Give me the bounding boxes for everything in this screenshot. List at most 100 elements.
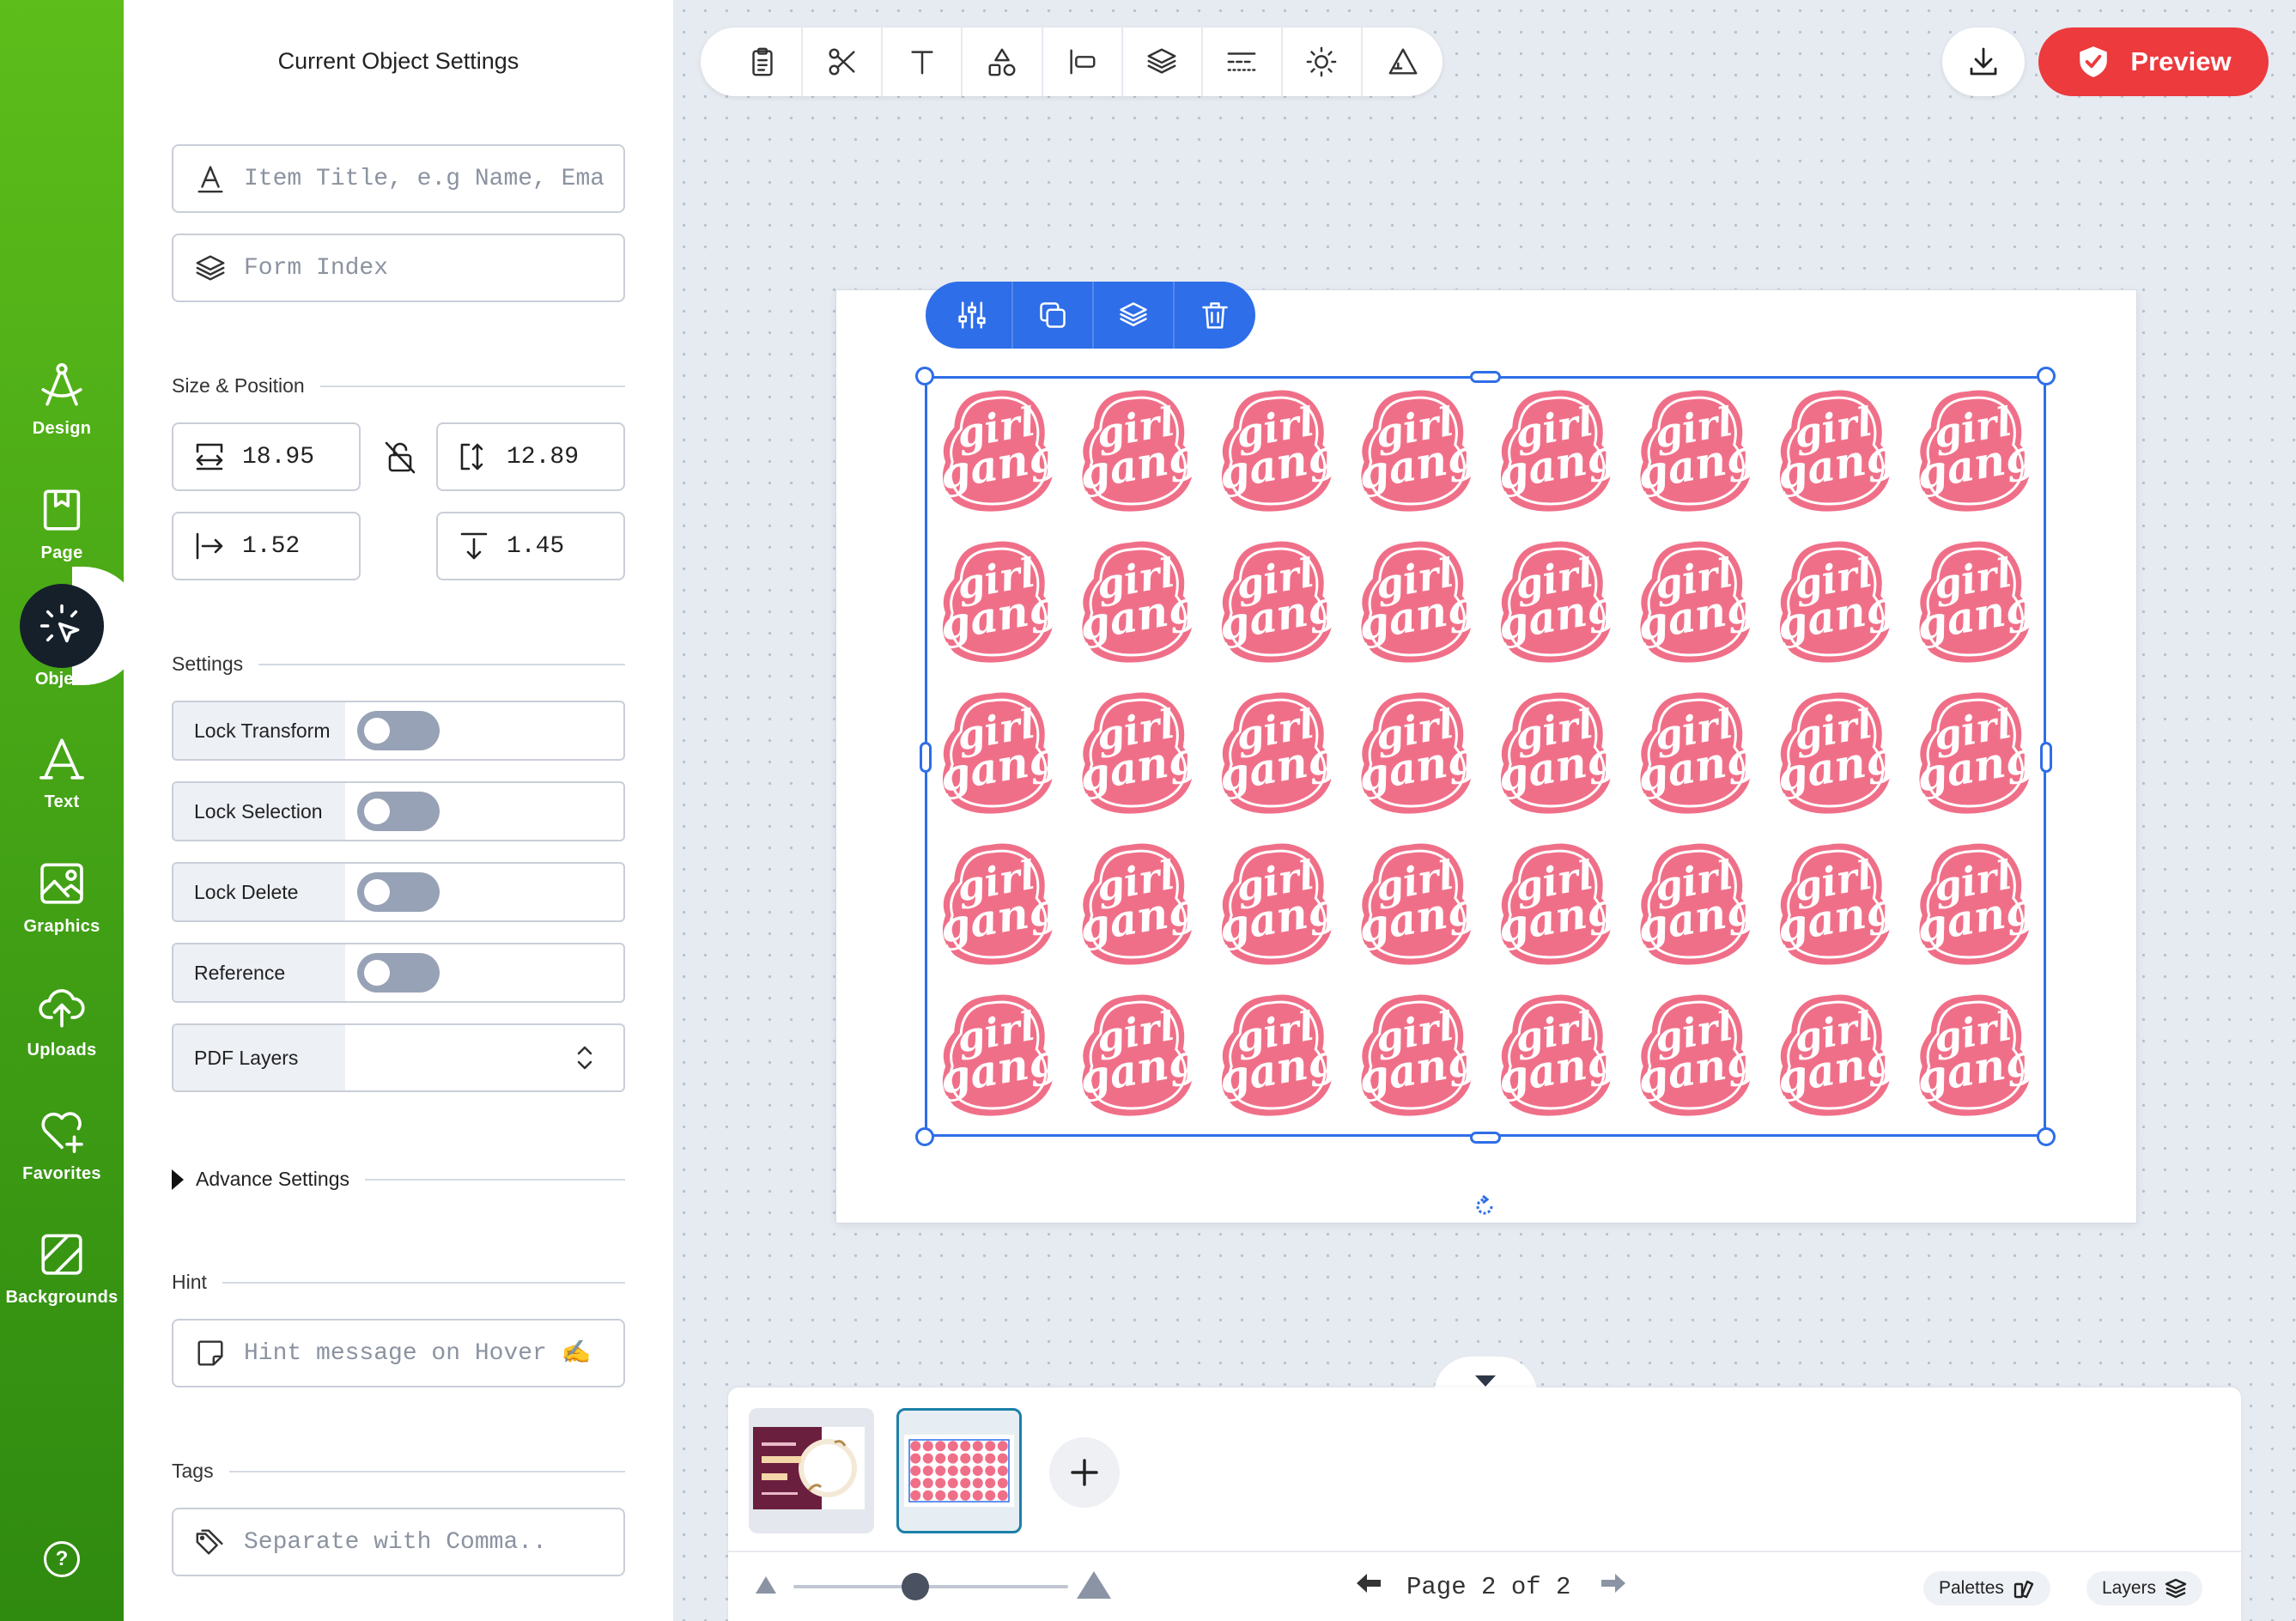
y-position-field[interactable]: 1.45 (436, 512, 625, 580)
help-button[interactable]: ? (44, 1541, 80, 1577)
thumbnail-sticker (910, 1453, 921, 1464)
add-page-button[interactable] (1049, 1437, 1120, 1508)
hint-field[interactable] (172, 1319, 625, 1387)
rail-item-object[interactable] (20, 584, 104, 668)
zoom-slider[interactable] (793, 1585, 1068, 1588)
resize-handle-left[interactable] (920, 742, 932, 773)
left-rail: Design Page Text Graphics Uploads Favori… (0, 0, 124, 1621)
advance-settings-label: Advance Settings (196, 1168, 350, 1190)
lock-delete-toggle[interactable] (357, 872, 440, 912)
object-delete-button[interactable] (1175, 282, 1255, 349)
rail-item-favorites[interactable]: Favorites (0, 1089, 124, 1200)
lock-transform-toggle[interactable] (357, 711, 440, 750)
aspect-lock-toggle[interactable] (383, 440, 417, 474)
align-left-icon (1070, 49, 1096, 75)
resize-handle-right[interactable] (2040, 742, 2052, 773)
align-button[interactable] (1043, 27, 1123, 96)
caret-right-icon (172, 1169, 184, 1190)
lock-transform-label: Lock Transform (173, 702, 345, 759)
pdf-layers-label: PDF Layers (173, 1025, 345, 1090)
form-index-field[interactable] (172, 234, 625, 302)
rail-item-page[interactable]: Page (0, 468, 124, 580)
item-title-field[interactable] (172, 144, 625, 213)
tags-input[interactable] (244, 1528, 604, 1556)
brightness-button[interactable] (1283, 27, 1363, 96)
zoom-in-icon[interactable] (1077, 1571, 1111, 1599)
tags-field[interactable] (172, 1508, 625, 1576)
compass-icon (41, 362, 82, 406)
object-toolbar (926, 282, 1255, 349)
height-field[interactable]: 12.89 (436, 422, 625, 491)
layers-panel-button[interactable]: Layers (2086, 1571, 2203, 1606)
page-thumbnail-1[interactable] (749, 1408, 874, 1533)
width-field[interactable]: 18.95 (172, 422, 361, 491)
item-title-input[interactable] (244, 165, 604, 192)
rail-item-uploads[interactable]: Uploads (0, 965, 124, 1077)
rotate-handle-icon[interactable] (1473, 1195, 1496, 1217)
resize-handle-bottom[interactable] (1470, 1132, 1501, 1144)
download-button[interactable] (1942, 27, 2025, 96)
select-caret-icon (572, 1041, 598, 1075)
rail-item-backgrounds[interactable]: Backgrounds (0, 1212, 124, 1324)
add-text-button[interactable] (883, 27, 963, 96)
prev-page-button[interactable] (1355, 1571, 1382, 1603)
skew-button[interactable] (1363, 27, 1443, 96)
form-index-input[interactable] (244, 254, 604, 282)
thumbnail-sticker (922, 1490, 933, 1501)
pdf-layers-select[interactable]: PDF Layers (172, 1023, 625, 1092)
resize-handle-bottom-left[interactable] (915, 1127, 934, 1146)
cut-button[interactable] (803, 27, 884, 96)
thumbnail-sticker (960, 1441, 971, 1452)
resize-handle-top-right[interactable] (2037, 367, 2056, 386)
invitation-thumbnail (753, 1427, 865, 1509)
text-label-icon (197, 166, 223, 193)
thumbnail-sticker (960, 1466, 971, 1476)
zoom-out-icon[interactable] (756, 1576, 776, 1594)
resize-handle-top[interactable] (1470, 371, 1501, 383)
resize-handle-top-left[interactable] (915, 367, 934, 386)
rail-item-label: Object (34, 670, 89, 689)
rail-item-label: Uploads (27, 1040, 97, 1059)
thumbnail-sticker (997, 1478, 1008, 1489)
object-duplicate-button[interactable] (1013, 282, 1095, 349)
settings-heading: Settings (172, 653, 625, 676)
width-icon (196, 443, 223, 471)
paste-button[interactable] (723, 27, 804, 96)
x-position-field[interactable]: 1.52 (172, 512, 361, 580)
object-layers-button[interactable] (1094, 282, 1175, 349)
rail-item-graphics[interactable]: Graphics (0, 841, 124, 953)
reference-toggle[interactable] (357, 953, 440, 993)
object-adjust-button[interactable] (932, 282, 1014, 349)
line-style-button[interactable] (1203, 27, 1283, 96)
layers-icon (2165, 1578, 2187, 1599)
zoom-slider-handle[interactable] (902, 1573, 929, 1600)
thumbnail-sticker (960, 1453, 971, 1464)
heart-plus-icon (41, 1111, 83, 1153)
settings-panel: Current Object Settings Size & Position … (124, 0, 673, 1621)
resize-handle-bottom-right[interactable] (2037, 1127, 2056, 1146)
preview-button[interactable]: Preview (2038, 27, 2269, 96)
lock-selection-toggle[interactable] (357, 792, 440, 831)
thumbnail-sticker (935, 1490, 946, 1501)
thumbnail-sticker (935, 1478, 946, 1489)
thumbnail-sticker (935, 1466, 946, 1476)
size-position-label: Size & Position (172, 374, 305, 397)
shapes-button[interactable] (963, 27, 1043, 96)
thumbnail-sticker (947, 1478, 958, 1489)
hint-input[interactable] (244, 1339, 604, 1367)
thumbnail-sticker (972, 1478, 983, 1489)
arrow-down-bar-icon (460, 532, 488, 560)
lock-transform-row: Lock Transform (172, 701, 625, 761)
next-page-button[interactable] (1600, 1571, 1627, 1603)
layers-button[interactable] (1123, 27, 1203, 96)
plus-icon (1071, 1459, 1098, 1486)
thumbnail-sticker (997, 1441, 1008, 1452)
palettes-button[interactable]: Palettes (1923, 1571, 2050, 1606)
thumbnail-sticker (997, 1453, 1008, 1464)
advance-settings-toggle[interactable]: Advance Settings (172, 1168, 625, 1191)
text-a-icon (39, 738, 84, 780)
rail-item-design[interactable]: Design (0, 343, 124, 455)
thumbnail-sticker (947, 1466, 958, 1476)
page-thumbnail-2[interactable] (896, 1408, 1022, 1533)
rail-item-text[interactable]: Text (0, 717, 124, 829)
